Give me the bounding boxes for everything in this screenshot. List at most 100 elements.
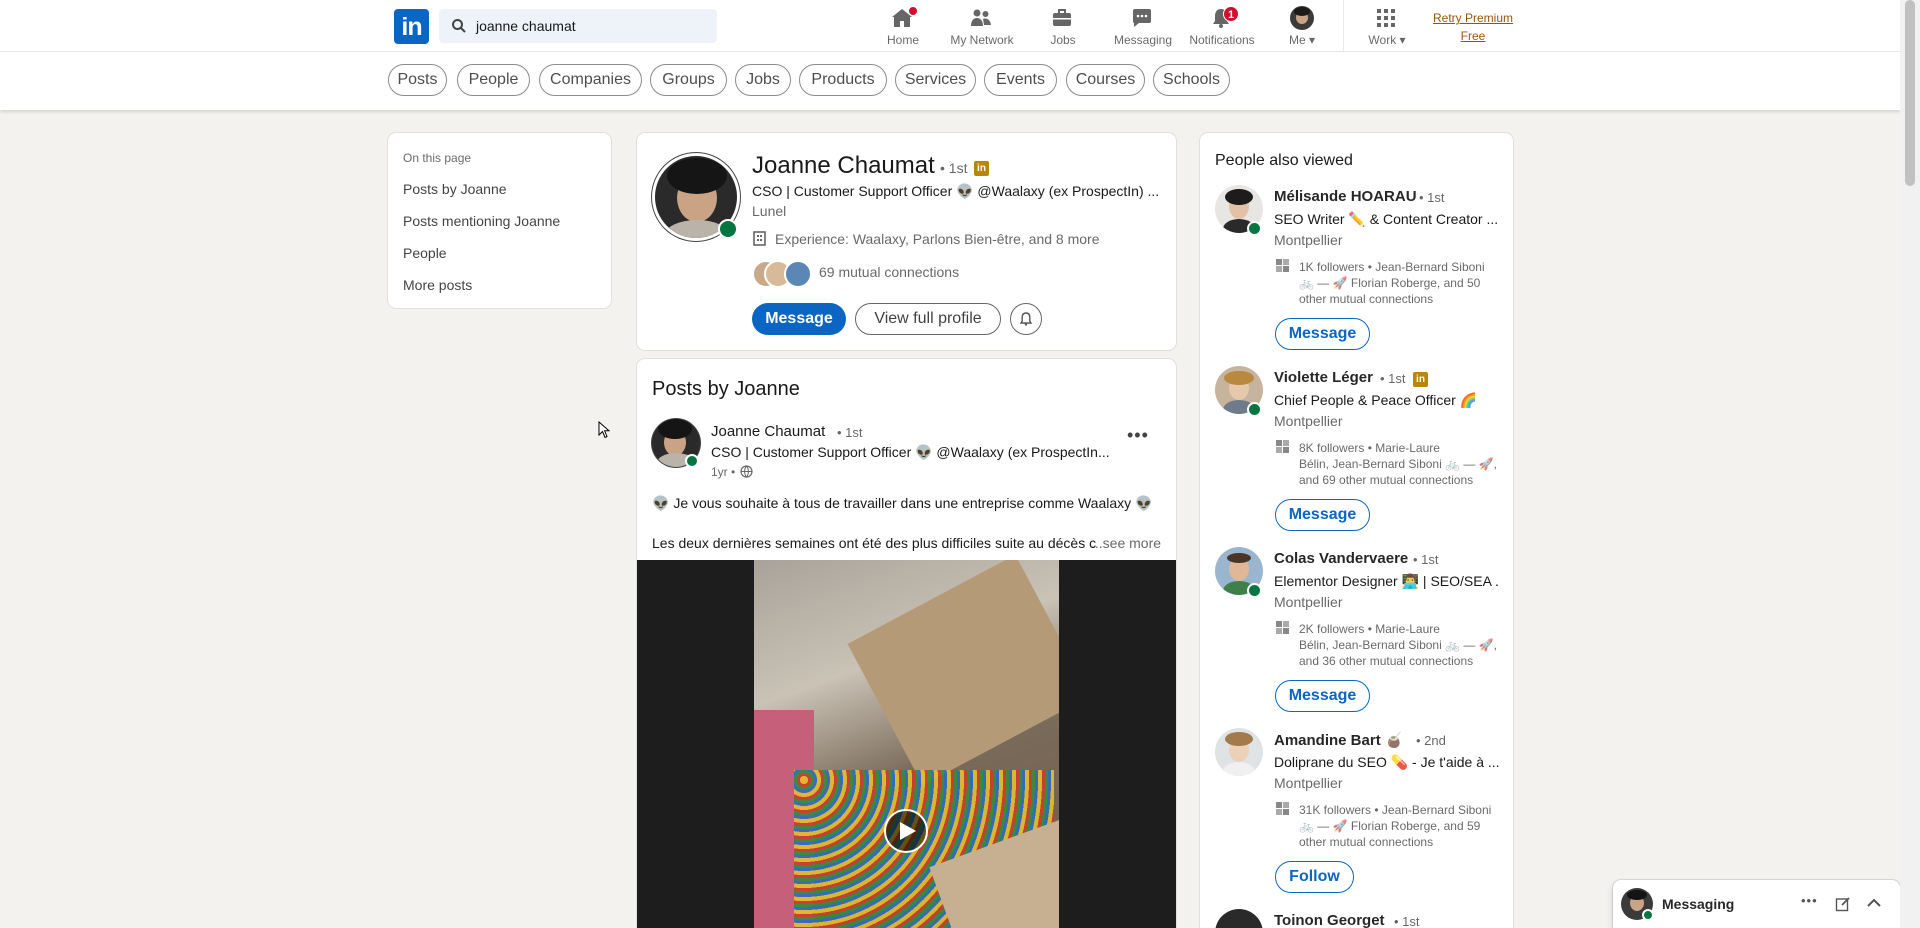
- followers-line: 🚲 — 🚀 Florian Roberge, and 59: [1299, 819, 1481, 833]
- nav-divider: [1343, 0, 1344, 52]
- person-message-button[interactable]: Message: [1275, 318, 1370, 350]
- nav-home[interactable]: 1 Home: [878, 4, 928, 50]
- premium-badge-icon: in: [974, 161, 989, 176]
- filter-people[interactable]: People: [457, 64, 530, 96]
- followers-line: other mutual connections: [1299, 835, 1434, 849]
- person-location: Montpellier: [1274, 232, 1343, 248]
- person-follow-button[interactable]: Follow: [1275, 861, 1354, 893]
- posts-card: Posts by Joanne Joanne Chaumat • 1st CSO…: [637, 359, 1176, 928]
- post-video[interactable]: [637, 560, 1176, 928]
- search-icon: [452, 19, 466, 33]
- toc-posts-mentioning[interactable]: Posts mentioning Joanne: [403, 213, 560, 229]
- person-headline: Chief People & Peace Officer 🌈: [1274, 392, 1478, 408]
- followers-line: Bélin, Jean-Bernard Siboni 🚲 — 🚀,: [1299, 457, 1497, 471]
- person-headline: SEO Writer ✏️ & Content Creator ...: [1274, 211, 1499, 227]
- person-location: Montpellier: [1274, 775, 1343, 791]
- grid-icon: [1377, 9, 1395, 27]
- person-name[interactable]: Toinon Georget: [1274, 912, 1385, 928]
- view-full-profile-button[interactable]: View full profile: [855, 303, 1001, 335]
- nav-notifications[interactable]: 1 Notifications: [1186, 4, 1258, 50]
- retry-premium-link[interactable]: Retry Premium Free: [1426, 9, 1520, 45]
- nav-notifications-label: Notifications: [1189, 33, 1255, 47]
- followers-line: other mutual connections: [1299, 292, 1434, 306]
- see-more-link[interactable]: ...see more: [1091, 535, 1161, 551]
- filter-products[interactable]: Products: [799, 64, 887, 96]
- mutual-connections[interactable]: 69 mutual connections: [819, 264, 959, 280]
- toc-people[interactable]: People: [403, 245, 447, 261]
- person-name[interactable]: Colas Vandervaere: [1274, 550, 1408, 567]
- messaging-more-icon[interactable]: •••: [1801, 893, 1818, 908]
- followers-line: 31K followers • Jean-Bernard Siboni: [1299, 803, 1492, 817]
- messaging-dock[interactable]: Messaging •••: [1613, 880, 1900, 928]
- compose-icon[interactable]: [1835, 896, 1851, 912]
- followers-line: 2K followers • Marie-Laure: [1299, 622, 1440, 636]
- person-name[interactable]: Violette Léger: [1274, 369, 1373, 386]
- nav-work-label: Work ▾: [1368, 33, 1406, 47]
- person-online: [1247, 583, 1262, 598]
- profile-headline: CSO | Customer Support Officer 👽 @Waalax…: [752, 183, 1160, 199]
- play-icon: [900, 822, 916, 840]
- avatar: [1290, 6, 1314, 30]
- filter-courses[interactable]: Courses: [1066, 64, 1145, 96]
- messaging-online: [1642, 909, 1654, 921]
- nav-me[interactable]: Me ▾: [1274, 4, 1330, 50]
- nav-messaging[interactable]: Messaging: [1108, 4, 1178, 50]
- message-button[interactable]: Message: [752, 303, 846, 335]
- filter-companies[interactable]: Companies: [539, 64, 642, 96]
- post-author-name[interactable]: Joanne Chaumat: [711, 423, 825, 440]
- company-icon: [1276, 440, 1289, 453]
- globe-icon: [740, 465, 753, 478]
- search-filter-bar: Posts People Companies Groups Jobs Produ…: [0, 52, 1900, 110]
- network-icon: [971, 9, 991, 26]
- person-message-button[interactable]: Message: [1275, 499, 1370, 531]
- nav-work[interactable]: Work ▾: [1362, 4, 1412, 50]
- on-this-page-card: On this page Posts by Joanne Posts menti…: [388, 133, 611, 308]
- toc-heading: On this page: [403, 151, 472, 165]
- post-author-degree: • 1st: [837, 425, 863, 440]
- filter-schools[interactable]: Schools: [1153, 64, 1230, 96]
- profile-location: Lunel: [752, 203, 787, 219]
- person-followers: 1K followers • Jean-Bernard Siboni 🚲 — 🚀 …: [1299, 259, 1485, 307]
- toc-more-posts[interactable]: More posts: [403, 277, 472, 293]
- post-time: 1yr •: [711, 465, 736, 479]
- play-button[interactable]: [884, 809, 928, 853]
- search-value: joanne chaumat: [476, 18, 576, 34]
- more-options-icon[interactable]: •••: [1127, 425, 1149, 446]
- linkedin-logo[interactable]: in: [394, 9, 429, 44]
- chevron-up-icon[interactable]: [1867, 898, 1881, 908]
- followers-line: and 36 other mutual connections: [1299, 654, 1474, 668]
- home-badge: 1: [908, 6, 918, 16]
- toc-posts-by[interactable]: Posts by Joanne: [403, 181, 507, 197]
- page-scrollbar[interactable]: [1900, 0, 1920, 928]
- person-message-button[interactable]: Message: [1275, 680, 1370, 712]
- filter-groups[interactable]: Groups: [650, 64, 727, 96]
- filter-services[interactable]: Services: [895, 64, 976, 96]
- post-author-online: [685, 454, 699, 468]
- nav-jobs[interactable]: Jobs: [1038, 4, 1088, 50]
- building-icon: [753, 231, 766, 246]
- scrollbar-thumb[interactable]: [1905, 0, 1915, 186]
- followers-line: 1K followers • Jean-Bernard Siboni: [1299, 260, 1485, 274]
- nav-messaging-label: Messaging: [1113, 33, 1173, 47]
- nav-home-label: Home: [886, 33, 919, 47]
- follow-bell-button[interactable]: [1010, 303, 1042, 335]
- followers-line: 🚲 — 🚀 Florian Roberge, and 50: [1299, 276, 1481, 290]
- premium-line1: Retry Premium: [1432, 11, 1513, 25]
- person-name[interactable]: Mélisande HOARAU: [1274, 188, 1417, 205]
- person-avatar[interactable]: [1215, 728, 1263, 776]
- person-degree: • 1st: [1394, 914, 1420, 928]
- messaging-label: Messaging: [1662, 896, 1735, 912]
- filter-jobs[interactable]: Jobs: [735, 64, 791, 96]
- filter-events[interactable]: Events: [984, 64, 1057, 96]
- search-input[interactable]: joanne chaumat: [439, 9, 717, 43]
- filter-posts[interactable]: Posts: [388, 64, 447, 96]
- premium-badge-icon: in: [1413, 372, 1428, 387]
- person-location: Montpellier: [1274, 594, 1343, 610]
- messaging-icon: [1133, 9, 1151, 27]
- profile-degree: • 1st: [940, 160, 968, 176]
- nav-my-network[interactable]: My Network: [946, 4, 1018, 50]
- profile-name[interactable]: Joanne Chaumat: [752, 152, 935, 180]
- post-text-line1: 👽 Je vous souhaite à tous de travailler …: [652, 495, 1153, 511]
- person-degree: • 1st: [1419, 190, 1445, 205]
- person-name[interactable]: Amandine Bart 🧉: [1274, 731, 1404, 749]
